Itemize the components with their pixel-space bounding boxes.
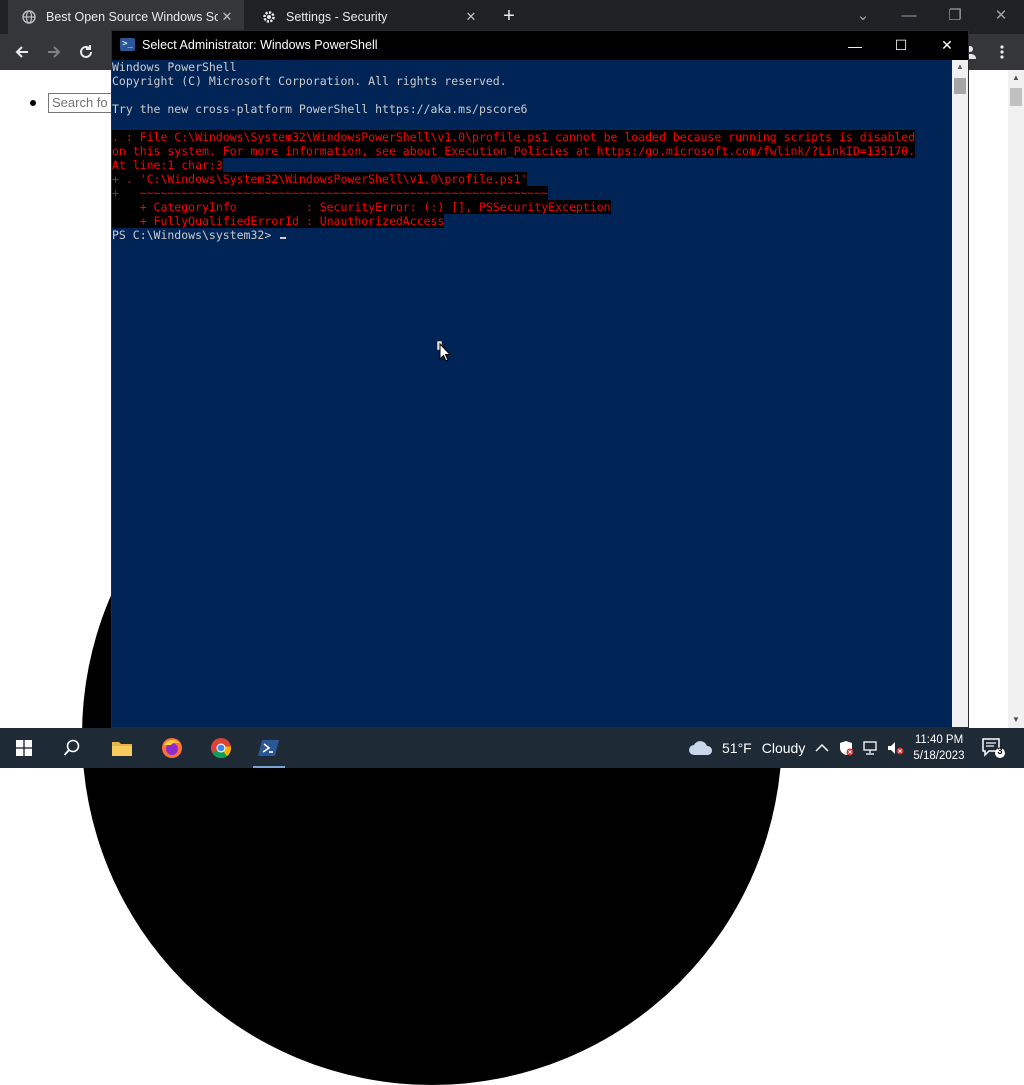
show-hidden-icons-chevron-icon[interactable] <box>815 728 829 768</box>
error-text: + FullyQualifiedErrorId : UnauthorizedAc… <box>112 214 445 228</box>
windows-start-icon[interactable] <box>0 728 48 768</box>
cloud-icon <box>689 741 713 755</box>
error-text: At line:1 char:3 <box>112 158 223 172</box>
forward-arrow-icon[interactable] <box>42 40 66 64</box>
tab-label: Best Open Source Windows Soft <box>46 10 218 24</box>
windows-taskbar: 51°F Cloudy 11:40 PM 5/18/2023 3 <box>0 728 1024 768</box>
new-tab-button[interactable]: + <box>498 5 520 27</box>
scrollbar-thumb[interactable] <box>954 78 966 94</box>
list-bullet <box>30 100 36 106</box>
console-prompt: PS C:\Windows\system32> <box>112 228 279 242</box>
firefox-icon[interactable] <box>148 728 196 768</box>
scroll-up-icon[interactable]: ▲ <box>952 60 968 74</box>
console-line: . : File C:\Windows\System32\WindowsPowe… <box>112 130 952 144</box>
console-prompt-line[interactable]: PS C:\Windows\system32> <box>112 228 952 242</box>
gear-icon <box>262 10 276 24</box>
volume-muted-icon[interactable] <box>886 728 904 768</box>
console-scrollbar[interactable]: ▲ <box>952 60 968 727</box>
console-line: Try the new cross-platform PowerShell ht… <box>112 102 952 116</box>
notification-center-icon[interactable]: 3 <box>980 736 1006 760</box>
error-text: . : File C:\Windows\System32\WindowsPowe… <box>112 130 916 144</box>
browser-tab-bar: Best Open Source Windows Soft ✕ Settings… <box>0 0 1024 34</box>
text-cursor <box>280 237 287 239</box>
globe-icon <box>22 10 36 24</box>
console-line: + ~~~~~~~~~~~~~~~~~~~~~~~~~~~~~~~~~~~~~~… <box>112 186 952 200</box>
tab-best-open-source[interactable]: Best Open Source Windows Soft ✕ <box>8 0 244 34</box>
chrome-icon[interactable] <box>197 728 245 768</box>
weather-description: Cloudy <box>761 740 806 756</box>
weather-temperature: 51°F <box>722 740 752 756</box>
page-scrollbar[interactable]: ▲ ▼ <box>1008 70 1024 728</box>
scroll-up-icon[interactable]: ▲ <box>1008 70 1024 86</box>
network-icon[interactable] <box>862 728 880 768</box>
window-title: Select Administrator: Windows PowerShell <box>142 38 378 52</box>
clock-date: 5/18/2023 <box>913 750 965 762</box>
menu-kebab-icon[interactable] <box>990 40 1014 64</box>
console-text: Try the new cross-platform PowerShell ht… <box>112 102 528 116</box>
scrollbar-thumb[interactable] <box>1010 88 1022 106</box>
file-explorer-icon[interactable] <box>98 728 146 768</box>
tab-settings-security[interactable]: Settings - Security ✕ <box>248 0 488 34</box>
weather-widget[interactable]: 51°F Cloudy <box>688 728 805 768</box>
clock-time: 11:40 PM <box>914 734 964 746</box>
console-line: + FullyQualifiedErrorId : UnauthorizedAc… <box>112 214 952 228</box>
error-text: + CategoryInfo : SecurityError: (:) [], … <box>112 200 611 214</box>
tab-label: Settings - Security <box>286 10 388 24</box>
maximize-icon[interactable]: ☐ <box>878 31 924 60</box>
error-text: on this system. For more information, se… <box>112 144 916 158</box>
notification-count: 3 <box>997 746 1003 756</box>
powershell-title-bar[interactable]: >_ Select Administrator: Windows PowerSh… <box>112 31 968 60</box>
search-icon[interactable] <box>48 728 96 768</box>
console-text: Copyright (C) Microsoft Corporation. All… <box>112 74 507 88</box>
close-icon[interactable]: ✕ <box>924 31 970 60</box>
back-arrow-icon[interactable] <box>10 40 34 64</box>
console-line: on this system. For more information, se… <box>112 144 952 158</box>
powershell-taskbar-icon[interactable] <box>245 728 293 768</box>
close-tab-icon[interactable]: ✕ <box>462 8 480 26</box>
console-output[interactable]: Windows PowerShell Copyright (C) Microsof… <box>112 60 952 727</box>
powershell-window[interactable]: >_ Select Administrator: Windows PowerSh… <box>111 30 969 728</box>
console-line: Copyright (C) Microsoft Corporation. All… <box>112 74 952 88</box>
scroll-down-icon[interactable]: ▼ <box>1008 712 1024 728</box>
console-line: + . 'C:\Windows\System32\WindowsPowerShe… <box>112 172 952 186</box>
console-line: At line:1 char:3 <box>112 158 952 172</box>
restore-icon[interactable]: ❐ <box>932 0 978 30</box>
system-clock[interactable]: 11:40 PM 5/18/2023 <box>906 732 972 764</box>
close-tab-icon[interactable]: ✕ <box>218 8 236 26</box>
console-line: + CategoryInfo : SecurityError: (:) [], … <box>112 200 952 214</box>
console-line: Windows PowerShell <box>112 60 952 74</box>
security-shield-icon[interactable] <box>838 728 854 768</box>
minimize-icon[interactable]: — <box>886 0 932 30</box>
minimize-icon[interactable]: — <box>832 31 878 60</box>
close-window-icon[interactable]: ✕ <box>978 0 1024 30</box>
reload-icon[interactable] <box>74 40 98 64</box>
powershell-icon: >_ <box>120 38 135 51</box>
console-text: Windows PowerShell <box>112 60 237 74</box>
mouse-cursor-icon <box>437 341 452 362</box>
error-text: + . 'C:\Windows\System32\WindowsPowerShe… <box>112 172 528 186</box>
error-text: + ~~~~~~~~~~~~~~~~~~~~~~~~~~~~~~~~~~~~~~… <box>112 186 549 200</box>
tab-search-icon[interactable]: ⌄ <box>840 0 886 30</box>
